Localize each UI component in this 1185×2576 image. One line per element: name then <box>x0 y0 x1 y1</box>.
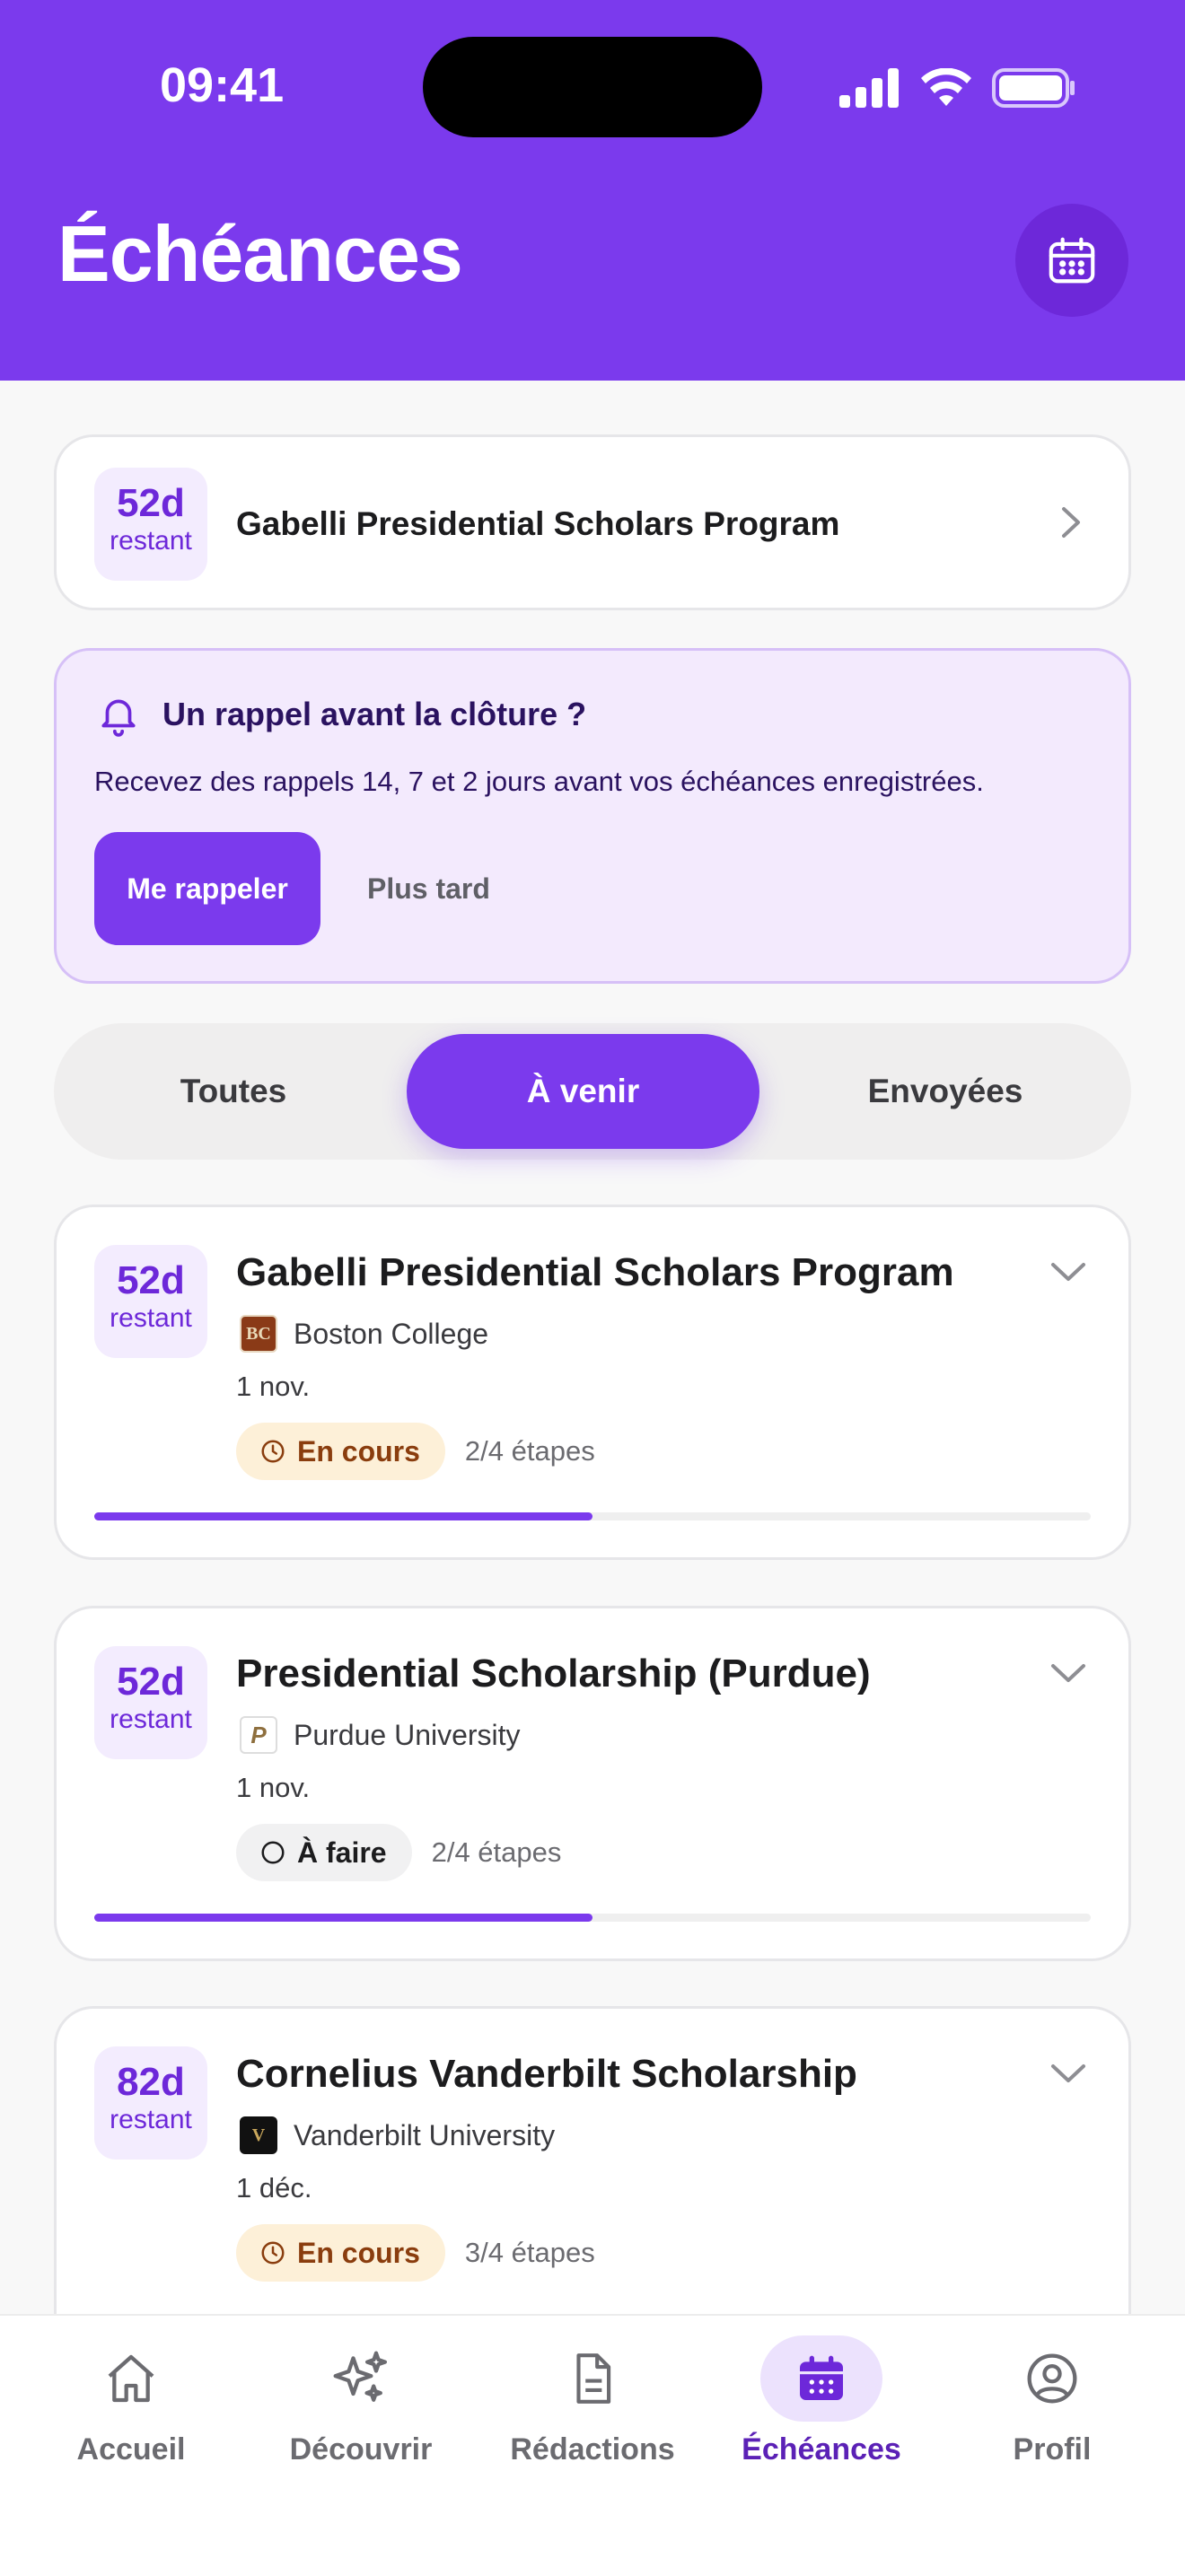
status-time: 09:41 <box>160 58 285 112</box>
status-row: En cours 2/4 étapes <box>236 1423 595 1480</box>
tab-label: Profil <box>1013 2432 1092 2466</box>
calendar-button[interactable] <box>1015 204 1128 317</box>
sparkles-icon <box>333 2351 388 2402</box>
days-remaining-badge: 52d restant <box>94 1245 207 1358</box>
profile-icon <box>1027 2353 1077 2404</box>
tab-label: Rédactions <box>510 2432 675 2466</box>
tab-icon-wrap <box>991 2335 1113 2422</box>
university-name: Boston College <box>294 1317 489 1350</box>
battery-icon <box>992 68 1075 108</box>
status-badge: En cours <box>236 2224 445 2282</box>
steps-count: 3/4 étapes <box>464 2237 595 2268</box>
status-row: En cours 3/4 étapes <box>236 2224 595 2282</box>
tab-bar: Accueil Découvrir Rédactions Échéances P… <box>0 2314 1185 2576</box>
university-logo: BC <box>240 1315 277 1353</box>
chevron-down-icon[interactable] <box>1048 2057 1089 2090</box>
tab-icon-wrap <box>760 2335 882 2422</box>
next-deadline-card[interactable]: 52d restant Gabelli Presidential Scholar… <box>54 434 1131 610</box>
days-label: restant <box>110 1303 192 1333</box>
next-deadline-title: Gabelli Presidential Scholars Program <box>236 505 840 542</box>
calendar-icon <box>1049 237 1095 284</box>
tab-icon-wrap <box>300 2335 422 2422</box>
chevron-down-icon[interactable] <box>1048 1256 1089 1288</box>
days-count: 82d <box>117 2060 185 2104</box>
progress-bar <box>94 1914 1091 1922</box>
days-count: 52d <box>117 481 185 525</box>
tab-discover[interactable]: Découvrir <box>242 2316 479 2495</box>
deadline-date: 1 nov. <box>236 1772 311 1803</box>
remind-me-button[interactable]: Me rappeler <box>94 832 320 945</box>
scholarship-card[interactable]: 52d restant Presidential Scholarship (Pu… <box>54 1606 1131 1961</box>
bell-icon <box>101 699 136 737</box>
wifi-icon <box>921 68 971 106</box>
tab-label: Échéances <box>742 2432 901 2466</box>
days-label: restant <box>110 1704 192 1734</box>
filter-upcoming[interactable]: À venir <box>407 1034 759 1149</box>
university-logo: P <box>240 1716 277 1754</box>
tab-icon-wrap <box>531 2335 654 2422</box>
scholarship-title: Gabelli Presidential Scholars Program <box>236 1250 954 1294</box>
tab-label: Accueil <box>76 2432 186 2466</box>
status-row: À faire 2/4 étapes <box>236 1824 561 1881</box>
chevron-down-icon[interactable] <box>1048 1657 1089 1689</box>
status-label: En cours <box>297 1434 420 1468</box>
circle-icon <box>261 1841 285 1864</box>
tab-icon-wrap <box>70 2335 192 2422</box>
days-remaining-badge: 82d restant <box>94 2046 207 2160</box>
header: 09:41 Échéances <box>0 0 1185 381</box>
university-row: P Purdue University <box>240 1716 521 1754</box>
days-remaining-badge: 52d restant <box>94 468 207 581</box>
filter-submitted[interactable]: Envoyées <box>772 1034 1119 1149</box>
university-name: Purdue University <box>294 1718 521 1751</box>
status-label: À faire <box>297 1836 387 1869</box>
page-title: Échéances <box>57 209 463 298</box>
filter-all[interactable]: Toutes <box>65 1034 402 1149</box>
tab-essays[interactable]: Rédactions <box>474 2316 711 2495</box>
chevron-right-icon <box>1062 507 1080 538</box>
status-badge: À faire <box>236 1824 412 1881</box>
status-icons <box>839 61 1076 115</box>
days-count: 52d <box>117 1660 185 1704</box>
tab-label: Découvrir <box>289 2432 433 2466</box>
scholarship-card[interactable]: 82d restant Cornelius Vanderbilt Scholar… <box>54 2006 1131 2361</box>
days-label: restant <box>110 2105 192 2134</box>
calendar-icon <box>800 2355 843 2400</box>
days-label: restant <box>110 526 192 556</box>
document-icon <box>576 2353 611 2404</box>
days-count: 52d <box>117 1258 185 1302</box>
days-remaining-badge: 52d restant <box>94 1646 207 1759</box>
reminder-text: Recevez des rappels 14, 7 et 2 jours ava… <box>94 766 984 797</box>
tab-deadlines[interactable]: Échéances <box>703 2316 940 2495</box>
reminder-title: Un rappel avant la clôture ? <box>162 696 587 732</box>
home-icon <box>108 2354 154 2403</box>
university-row: BC Boston College <box>240 1315 488 1353</box>
tab-profile[interactable]: Profil <box>934 2316 1171 2495</box>
reminder-banner: Un rappel avant la clôture ? Recevez des… <box>54 648 1131 984</box>
filter-segmented-control: Toutes À venir Envoyées <box>54 1023 1131 1160</box>
later-button[interactable]: Plus tard <box>367 832 490 945</box>
status-label: En cours <box>297 2236 420 2269</box>
steps-count: 2/4 étapes <box>464 1435 595 1467</box>
steps-count: 2/4 étapes <box>431 1836 562 1868</box>
status-badge: En cours <box>236 1423 445 1480</box>
deadline-date: 1 déc. <box>236 2172 312 2204</box>
scholarship-title: Presidential Scholarship (Purdue) <box>236 1652 871 1695</box>
university-row: V Vanderbilt University <box>240 2116 555 2154</box>
dynamic-island <box>423 37 762 137</box>
cellular-signal-icon <box>839 68 899 108</box>
clock-icon <box>261 2241 285 2265</box>
deadline-date: 1 nov. <box>236 1371 311 1402</box>
progress-fill <box>94 1512 592 1520</box>
clock-icon <box>261 1440 285 1463</box>
scholarship-card[interactable]: 52d restant Gabelli Presidential Scholar… <box>54 1205 1131 1560</box>
university-name: Vanderbilt University <box>294 2118 556 2151</box>
progress-fill <box>94 1914 592 1922</box>
university-logo: V <box>240 2116 277 2154</box>
scholarship-title: Cornelius Vanderbilt Scholarship <box>236 2052 857 2096</box>
tab-home[interactable]: Accueil <box>13 2316 250 2495</box>
progress-bar <box>94 1512 1091 1520</box>
